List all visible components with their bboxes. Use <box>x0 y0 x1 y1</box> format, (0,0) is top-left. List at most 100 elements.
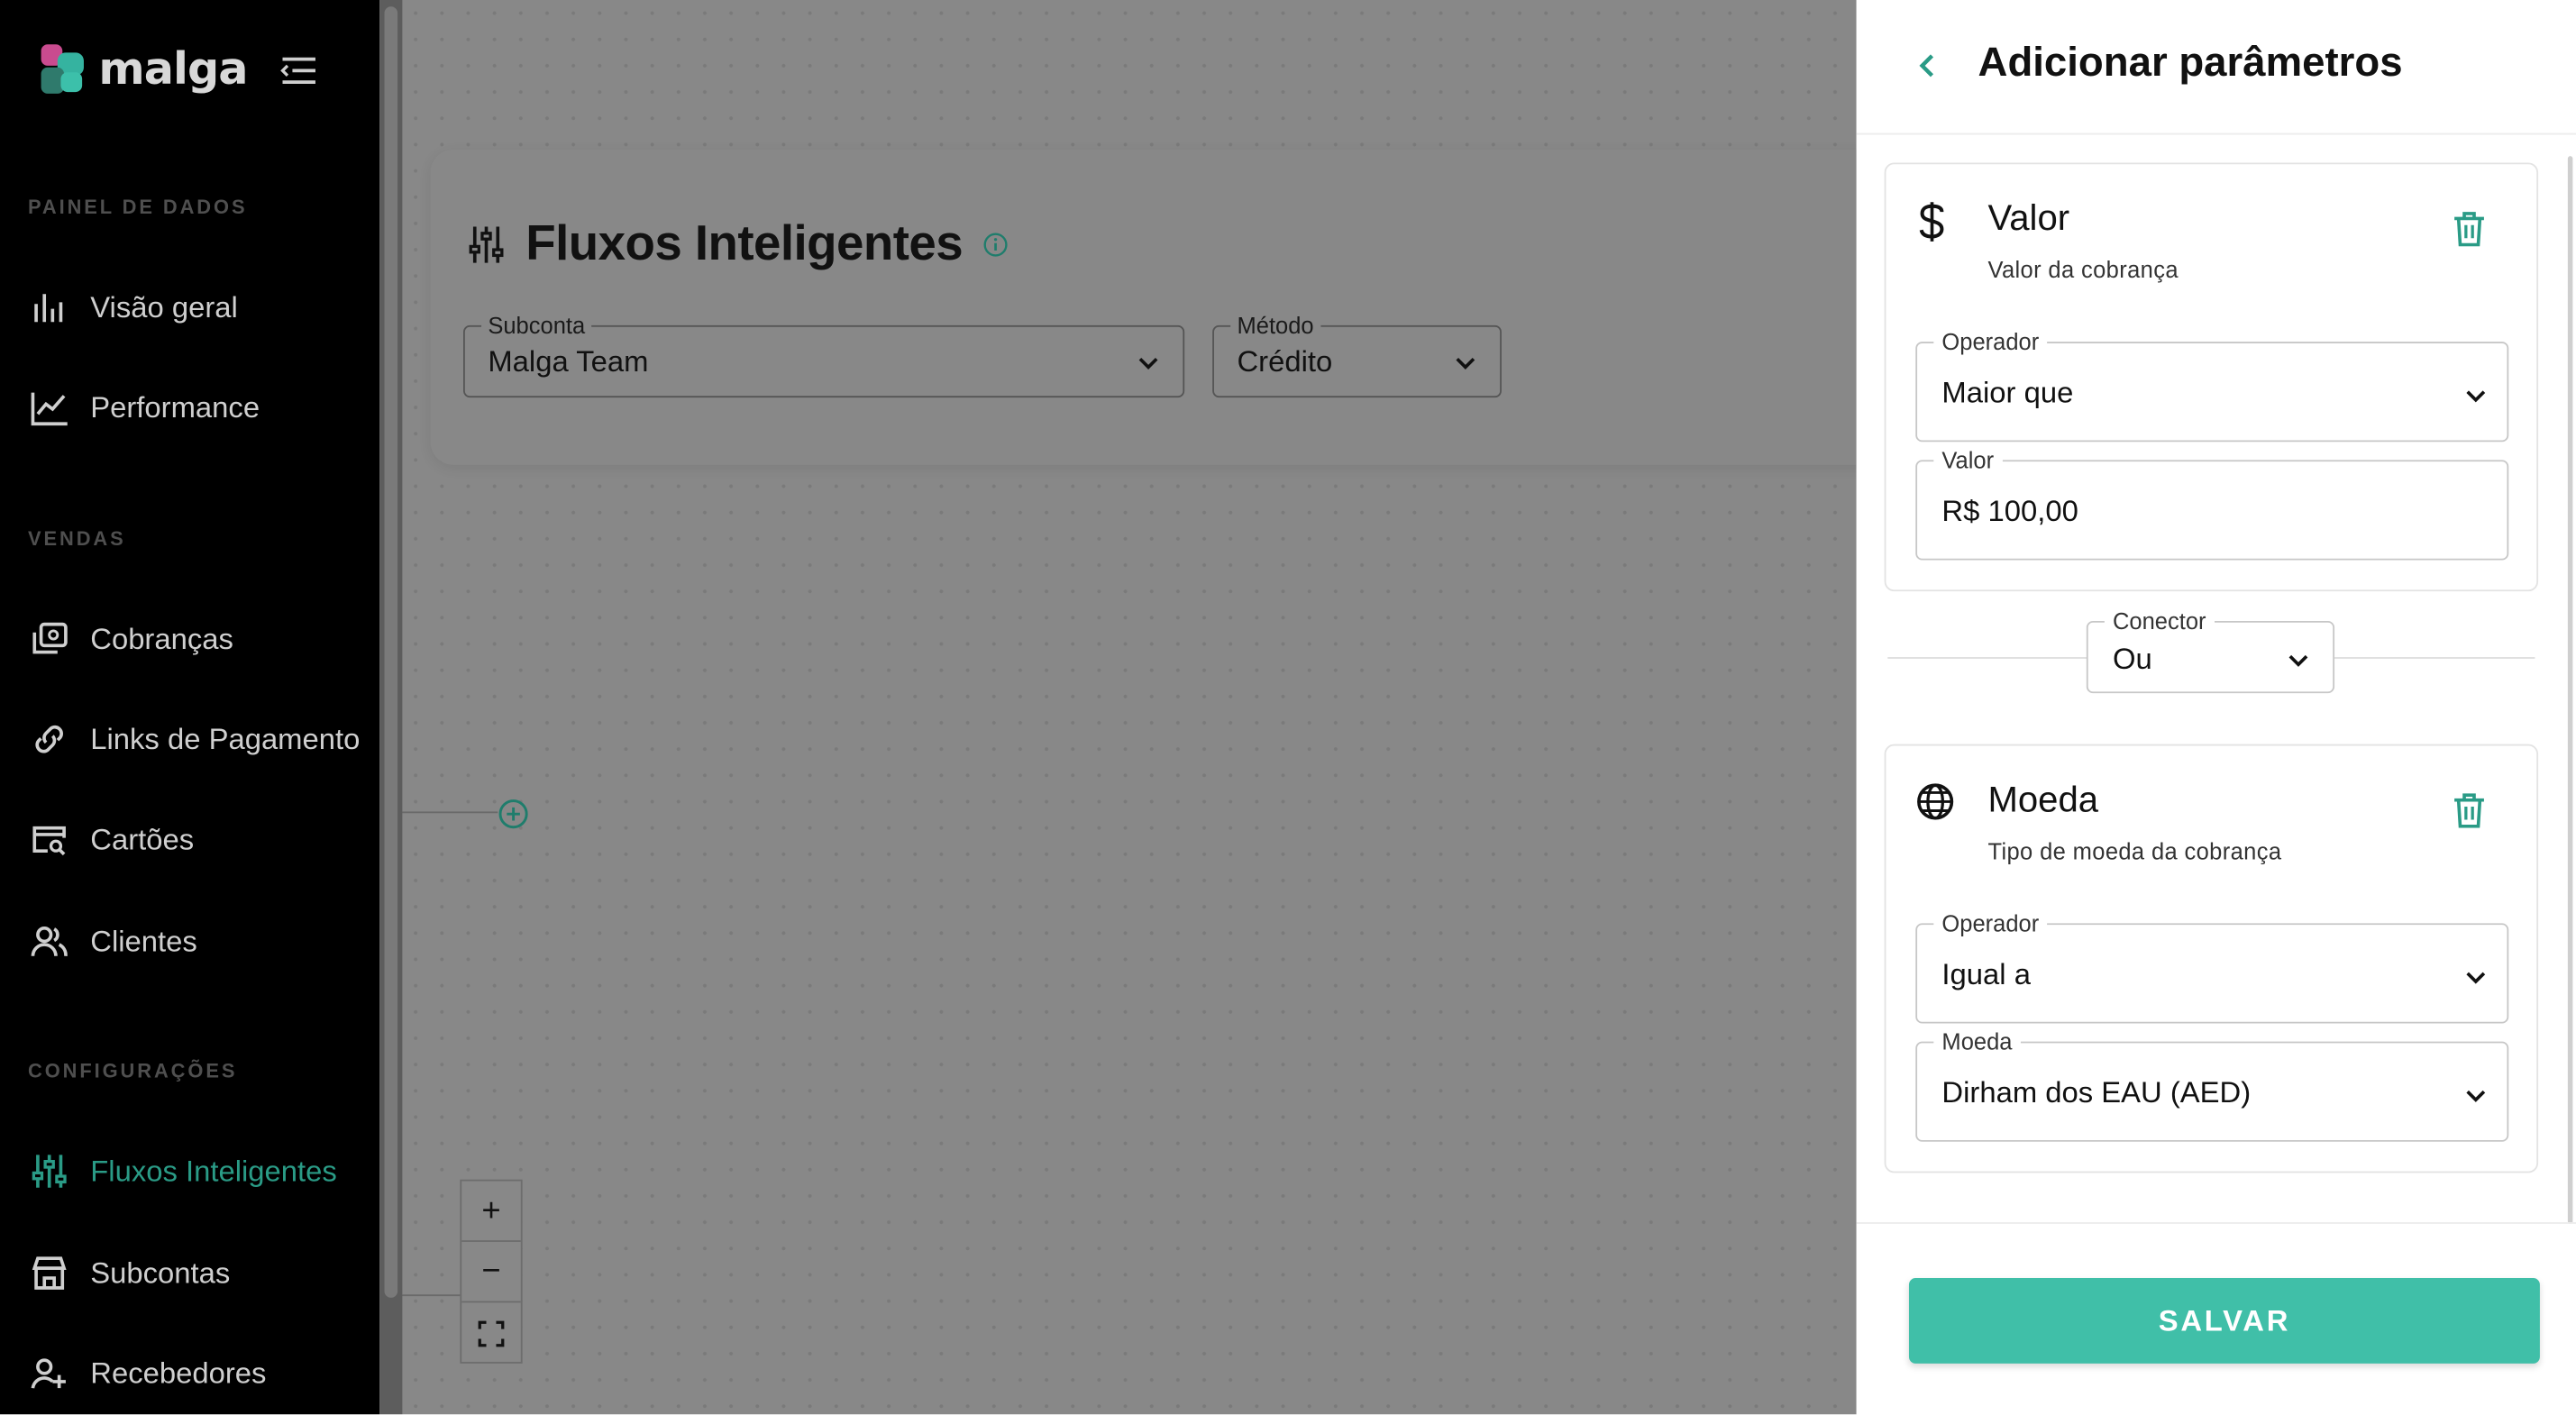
moeda-select[interactable]: Moeda Dirham dos EAU (AED) <box>1915 1028 2509 1142</box>
connector-value: Ou <box>2112 642 2152 676</box>
chevron-left-icon <box>1919 54 1934 78</box>
flow-edge <box>402 811 498 814</box>
sidebar-item-subcontas[interactable]: Subcontas <box>28 1240 373 1306</box>
connector-select[interactable]: Conector Ou <box>2086 607 2335 694</box>
panel-scrollbar[interactable] <box>2567 156 2573 1224</box>
add-node-button[interactable] <box>498 799 529 838</box>
metodo-label: Método <box>1230 312 1320 339</box>
flow-header-card <box>430 149 1857 465</box>
panel-title: Adicionar parâmetros <box>1978 39 2403 86</box>
metodo-value: Crédito <box>1237 344 1333 379</box>
sidebar-item-performance[interactable]: Performance <box>28 375 373 441</box>
sidebar-item-label: Cobranças <box>90 621 233 655</box>
sidebar-item-label: Links de Pagamento <box>90 722 361 755</box>
sliders-icon <box>28 1150 70 1192</box>
sidebar-item-label: Clientes <box>90 924 197 957</box>
operator-select[interactable]: Operador Maior que <box>1915 328 2509 443</box>
valor-label: Valor <box>1933 446 2003 473</box>
link-icon <box>28 718 70 761</box>
sidebar: malga PAINEL DE DADOS Visão geral Perfor… <box>0 0 380 1415</box>
chevron-down-icon <box>1456 357 1475 370</box>
charges-icon <box>28 617 70 660</box>
moeda-label: Moeda <box>1933 1028 2021 1055</box>
delete-condition-button[interactable] <box>2453 792 2485 836</box>
sidebar-item-visao-geral[interactable]: Visão geral <box>28 274 373 340</box>
globe-icon <box>1917 783 1954 820</box>
minus-icon: − <box>481 1252 501 1289</box>
sidebar-item-label: Fluxos Inteligentes <box>90 1154 337 1187</box>
condition-card-valor: Valor Valor da cobrança Operador Maior q… <box>1884 162 2539 592</box>
sidebar-item-label: Recebedores <box>90 1356 267 1390</box>
chevron-down-icon <box>2466 390 2486 403</box>
sidebar-item-cartoes[interactable]: Cartões <box>28 807 373 872</box>
main-canvas <box>402 0 1857 1415</box>
menu-toggle-button[interactable] <box>276 52 322 88</box>
condition-title: Moeda <box>1987 778 2099 820</box>
sidebar-item-clientes[interactable]: Clientes <box>28 908 373 974</box>
info-icon[interactable] <box>982 232 1009 258</box>
zoom-controls: + − <box>460 1179 523 1364</box>
logo[interactable]: malga <box>40 42 249 95</box>
section-label-painel: PAINEL DE DADOS <box>27 195 248 219</box>
page-title-text: Fluxos Inteligentes <box>525 216 964 271</box>
panel-header: Adicionar parâmetros <box>1856 0 2576 135</box>
trash-icon <box>2454 212 2484 247</box>
trash-icon <box>2454 793 2484 828</box>
condition-subtitle: Tipo de moeda da cobrança <box>1987 837 2282 864</box>
connector-label: Conector <box>2104 607 2215 634</box>
zoom-in-button[interactable]: + <box>461 1182 521 1242</box>
sidebar-item-label: Performance <box>90 389 260 424</box>
sidebar-item-links-pagamento[interactable]: Links de Pagamento <box>28 707 373 772</box>
app-root: malga PAINEL DE DADOS Visão geral Perfor… <box>0 0 2576 1415</box>
back-button[interactable] <box>1909 46 1945 86</box>
section-label-configuracoes: CONFIGURAÇÕES <box>27 1059 238 1083</box>
valor-value: R$ 100,00 <box>1941 494 2078 528</box>
users-icon <box>28 920 70 963</box>
sliders-icon <box>469 226 504 263</box>
fullscreen-icon <box>478 1319 505 1347</box>
delete-condition-button[interactable] <box>2453 210 2485 254</box>
metodo-select[interactable]: Método Crédito <box>1212 312 1502 398</box>
operator-select[interactable]: Operador Igual a <box>1915 909 2509 1024</box>
sidebar-item-cobrancas[interactable]: Cobranças <box>28 607 373 672</box>
zoom-out-button[interactable]: − <box>461 1242 521 1303</box>
flow-edge <box>402 1294 462 1297</box>
moeda-value: Dirham dos EAU (AED) <box>1941 1075 2252 1109</box>
chevron-down-icon <box>2288 654 2308 667</box>
menu-collapse-icon <box>280 57 315 84</box>
card-search-icon <box>28 818 70 861</box>
line-chart-icon <box>28 386 70 428</box>
section-label-vendas: VENDAS <box>27 527 126 551</box>
operator-value: Igual a <box>1941 957 2031 991</box>
sidebar-item-label: Cartões <box>90 822 195 855</box>
sidebar-item-label: Visão geral <box>90 289 238 324</box>
subconta-select[interactable]: Subconta Malga Team <box>463 312 1185 398</box>
sidebar-item-recebedores[interactable]: Recebedores <box>28 1340 373 1406</box>
subconta-label: Subconta <box>481 312 592 339</box>
operator-label: Operador <box>1933 328 2048 355</box>
panel-footer-divider <box>1856 1222 2576 1224</box>
operator-label: Operador <box>1933 909 2048 936</box>
page-title: Fluxos Inteligentes <box>467 217 1009 273</box>
fit-view-button[interactable] <box>461 1302 521 1363</box>
valor-input[interactable]: Valor R$ 100,00 <box>1915 446 2509 561</box>
sidebar-item-label: Subcontas <box>90 1255 231 1289</box>
condition-title: Valor <box>1987 196 2070 239</box>
sidebar-item-fluxos-inteligentes[interactable]: Fluxos Inteligentes <box>28 1138 373 1204</box>
save-button[interactable]: SALVAR <box>1908 1278 2540 1364</box>
plus-circle-icon <box>498 799 528 829</box>
chevron-down-icon <box>2466 1090 2486 1102</box>
dollar-icon <box>1919 202 1944 242</box>
operator-value: Maior que <box>1941 376 2074 409</box>
store-icon <box>28 1252 70 1294</box>
sidebar-scrollbar-thumb[interactable] <box>384 6 398 1298</box>
logo-text: malga <box>98 43 248 95</box>
chevron-down-icon <box>1138 357 1158 370</box>
condition-subtitle: Valor da cobrança <box>1987 256 2179 283</box>
user-plus-icon <box>28 1352 70 1394</box>
subconta-value: Malga Team <box>488 344 649 379</box>
chevron-down-icon <box>2466 972 2486 984</box>
plus-icon: + <box>481 1191 501 1228</box>
bar-chart-icon <box>28 286 70 328</box>
condition-card-moeda: Moeda Tipo de moeda da cobrança Operador… <box>1884 744 2539 1173</box>
